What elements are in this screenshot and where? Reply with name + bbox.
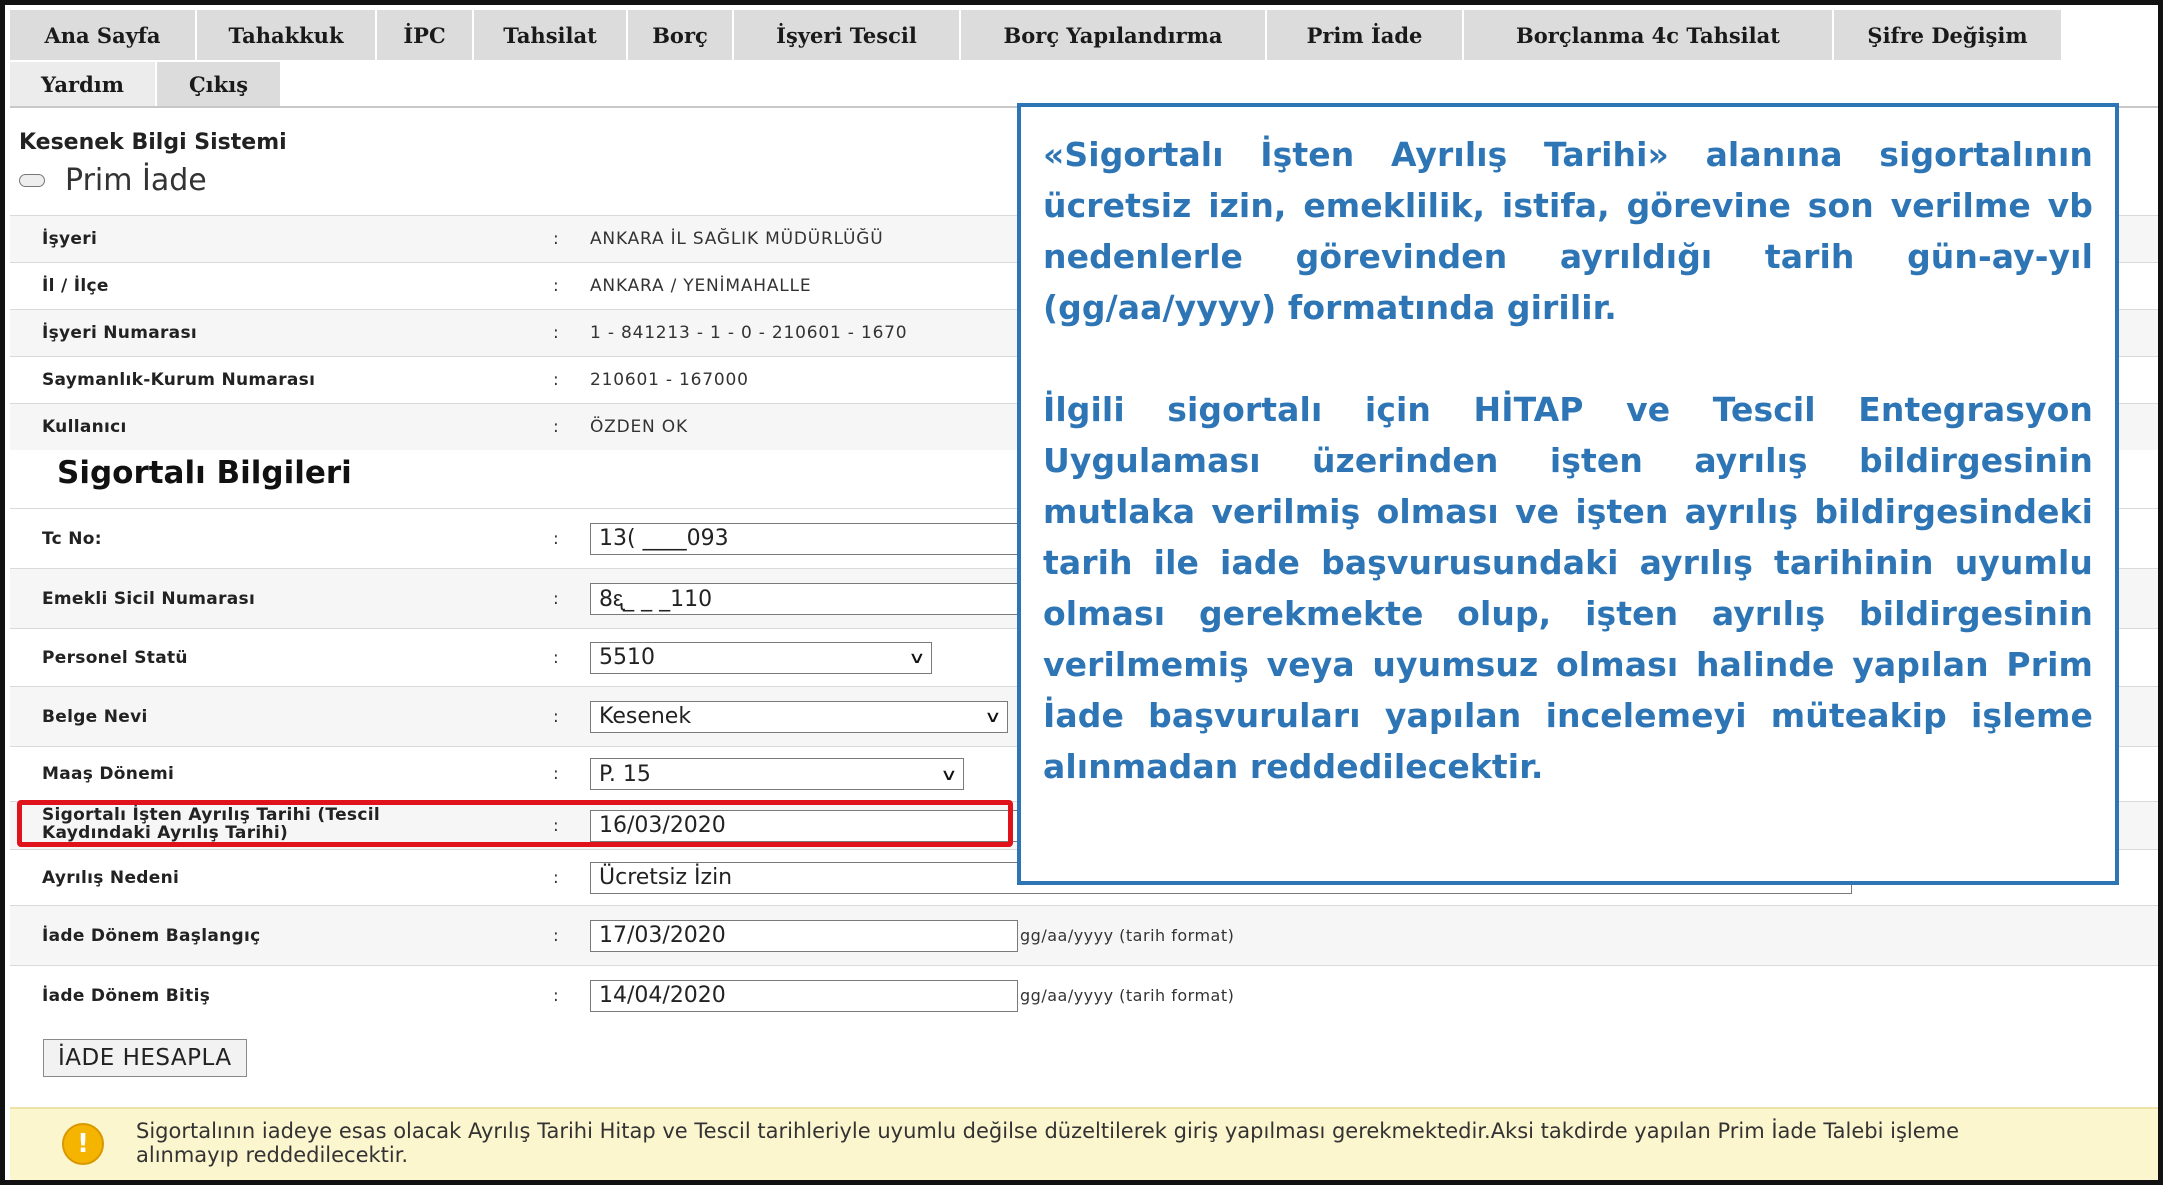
personel-statu-select[interactable]: 5510 ∨	[590, 641, 932, 674]
nav-sifre-degisim[interactable]: Şifre Değişim	[1834, 10, 2063, 60]
label-iade-baslangic: İade Dönem Başlangıç	[42, 925, 261, 946]
date-format-hint: gg/aa/yyyy (tarih format)	[1020, 926, 1235, 945]
maas-donemi-select[interactable]: P. 15 ∨	[590, 758, 964, 790]
callout-paragraph-1: «Sigortalı İşten Ayrılış Tarihi» alanına…	[1043, 135, 2093, 327]
nav-row-secondary: Yardım Çıkış	[10, 60, 2158, 106]
chevron-down-icon: ∨	[984, 707, 1002, 726]
value-isyeri-numarasi: 1 - 841213 - 1 - 0 - 210601 - 1670	[590, 323, 908, 343]
row-iade-baslangic: İade Dönem Başlangıç : 17/03/2020 gg/aa/…	[10, 905, 2158, 965]
date-format-hint: gg/aa/yyyy (tarih format)	[1020, 986, 1235, 1005]
top-navigation: Ana Sayfa Tahakkuk İPC Tahsilat Borç İşy…	[10, 10, 2158, 108]
label-il-ilce: İl / İlçe	[42, 276, 109, 296]
nav-ipc[interactable]: İPC	[377, 10, 474, 60]
colon: :	[553, 370, 559, 390]
colon: :	[553, 764, 559, 784]
label-kullanici: Kullanıcı	[42, 417, 127, 437]
label-belge-nevi: Belge Nevi	[42, 706, 148, 727]
highlight-box	[17, 800, 1013, 847]
nav-isyeri-tescil[interactable]: İşyeri Tescil	[734, 10, 961, 60]
nav-tahsilat[interactable]: Tahsilat	[474, 10, 628, 60]
emekli-sicil-input[interactable]: 8ᶓ_ _ _110	[590, 582, 1018, 615]
nav-borc[interactable]: Borç	[628, 10, 734, 60]
label-emekli-sicil: Emekli Sicil Numarası	[42, 588, 256, 609]
nav-row-main: Ana Sayfa Tahakkuk İPC Tahsilat Borç İşy…	[10, 10, 2158, 60]
nav-yardim[interactable]: Yardım	[10, 62, 157, 106]
label-isyeri-numarasi: İşyeri Numarası	[42, 323, 198, 343]
label-tc-no: Tc No:	[42, 528, 102, 549]
tc-no-input[interactable]: 13( ____093	[590, 522, 1018, 555]
iade-hesapla-button[interactable]: İADE HESAPLA	[43, 1039, 247, 1077]
label-iade-bitis: İade Dönem Bitiş	[42, 985, 211, 1006]
maas-donemi-value: P. 15	[599, 761, 651, 787]
label-maas-donemi: Maaş Dönemi	[42, 764, 175, 784]
value-isyeri: ANKARA İL SAĞLIK MÜDÜRLÜĞÜ	[590, 229, 884, 249]
pill-icon	[19, 174, 45, 187]
belge-nevi-select[interactable]: Kesenek ∨	[590, 700, 1008, 733]
colon: :	[553, 647, 559, 668]
nav-borc-yapilandirma[interactable]: Borç Yapılandırma	[961, 10, 1267, 60]
label-ayrilis-nedeni: Ayrılış Nedeni	[42, 867, 180, 888]
colon: :	[553, 276, 559, 296]
value-il-ilce: ANKARA / YENİMAHALLE	[590, 276, 812, 296]
chevron-down-icon: ∨	[908, 648, 926, 667]
label-isyeri: İşyeri	[42, 229, 98, 249]
warning-icon: !	[62, 1123, 104, 1165]
iade-bitis-input[interactable]: 14/04/2020	[590, 979, 1018, 1012]
nav-prim-iade[interactable]: Prim İade	[1267, 10, 1464, 60]
colon: :	[553, 867, 559, 888]
nav-ana-sayfa[interactable]: Ana Sayfa	[10, 10, 197, 60]
label-saymanlik: Saymanlık-Kurum Numarası	[42, 370, 316, 390]
ayrilis-nedeni-value: Ücretsiz İzin	[599, 865, 733, 890]
colon: :	[553, 323, 559, 343]
belge-nevi-value: Kesenek	[599, 704, 692, 729]
colon: :	[553, 229, 559, 249]
nav-borclanma-4c[interactable]: Borçlanma 4c Tahsilat	[1464, 10, 1834, 60]
colon: :	[553, 706, 559, 727]
row-iade-bitis: İade Dönem Bitiş : 14/04/2020 gg/aa/yyyy…	[10, 965, 2158, 1025]
colon: :	[553, 528, 559, 549]
value-saymanlik: 210601 - 167000	[590, 370, 749, 390]
page-title-text: Prim İade	[65, 163, 207, 198]
screen-frame: Ana Sayfa Tahakkuk İPC Tahsilat Borç İşy…	[0, 0, 2163, 1185]
chevron-down-icon: ∨	[940, 764, 958, 784]
warning-text: Sigortalının iadeye esas olacak Ayrılış …	[136, 1119, 1960, 1167]
colon: :	[553, 588, 559, 609]
system-title: Kesenek Bilgi Sistemi	[19, 130, 287, 155]
colon: :	[553, 925, 559, 946]
callout-paragraph-2: İlgili sigortalı için HİTAP ve Tescil En…	[1043, 390, 2093, 786]
nav-tahakkuk[interactable]: Tahakkuk	[197, 10, 377, 60]
personel-statu-value: 5510	[599, 645, 655, 670]
info-callout: «Sigortalı İşten Ayrılış Tarihi» alanına…	[1017, 103, 2119, 885]
page-title: Prim İade	[19, 163, 207, 198]
section-title: Sigortalı Bilgileri	[57, 455, 352, 491]
colon: :	[553, 417, 559, 437]
nav-cikis[interactable]: Çıkış	[157, 62, 282, 106]
label-personel-statu: Personel Statü	[42, 647, 188, 668]
value-kullanici: ÖZDEN OK	[590, 417, 688, 437]
iade-baslangic-input[interactable]: 17/03/2020	[590, 919, 1018, 952]
warning-banner: ! Sigortalının iadeye esas olacak Ayrılı…	[10, 1107, 2158, 1180]
colon: :	[553, 985, 559, 1006]
